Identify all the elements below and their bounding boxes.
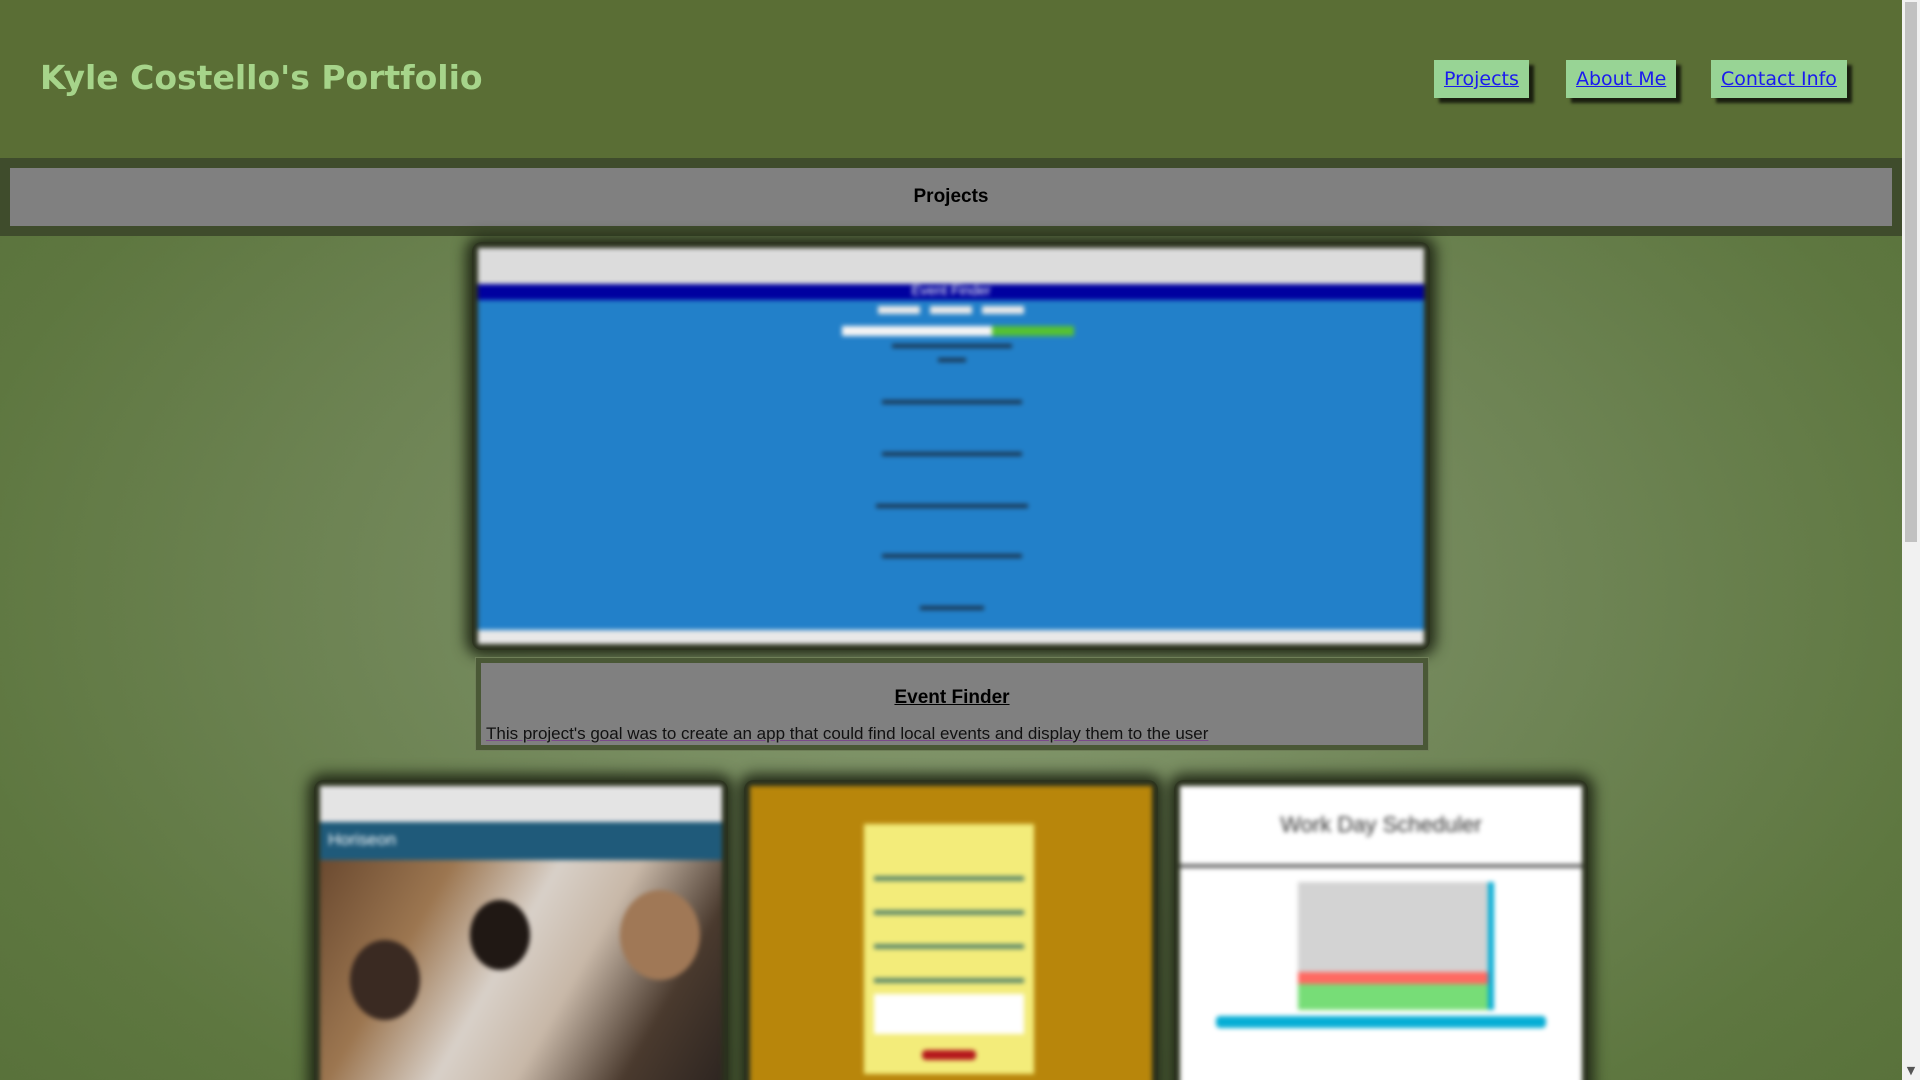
scheduler-present-hour	[1298, 972, 1488, 984]
preview-text	[882, 452, 1022, 456]
scheduler-preview: Work Day Scheduler	[1180, 786, 1582, 1080]
taskbar	[478, 630, 1424, 644]
form-field	[874, 910, 1024, 915]
event-finder-header-bar: Event Finder	[478, 282, 1424, 300]
office-photo	[320, 860, 722, 1080]
form-textarea	[874, 994, 1024, 1034]
form-field	[874, 944, 1024, 949]
preview-text	[876, 504, 1028, 508]
scheduler-bottom-bar	[1216, 1016, 1546, 1028]
horiseon-brand: Horiseon	[328, 830, 397, 849]
project-title-link[interactable]: Event Finder	[481, 687, 1423, 709]
contact-form-project-thumbnail[interactable]	[744, 780, 1158, 1080]
browser-chrome	[320, 786, 722, 822]
page-scrollbar[interactable]: ▼	[1902, 0, 1920, 1080]
section-band: Projects	[0, 158, 1902, 236]
person-shape	[350, 940, 420, 1020]
preview-text	[920, 606, 984, 610]
scrollbar-thumb[interactable]	[1905, 2, 1917, 542]
person-shape	[470, 900, 530, 970]
work-day-scheduler-thumbnail[interactable]: Work Day Scheduler	[1174, 780, 1588, 1080]
event-finder-body	[478, 300, 1424, 630]
preview-text	[938, 358, 966, 362]
nav-link-contact-info[interactable]: Contact Info	[1711, 60, 1847, 98]
scheduler-past-hours	[1298, 882, 1488, 972]
site-title: Kyle Costello's Portfolio	[40, 58, 483, 97]
browser-chrome	[478, 248, 1424, 284]
form-submit	[922, 1050, 976, 1060]
nav-bar: Projects About Me Contact Info	[1434, 60, 1860, 98]
section-title: Projects	[10, 168, 1892, 226]
nav-link-projects[interactable]: Projects	[1434, 60, 1529, 98]
site-header: Kyle Costello's Portfolio Projects About…	[0, 0, 1902, 158]
event-finder-preview: Event Finder	[478, 248, 1424, 644]
event-finder-screenshot[interactable]: Event Finder	[472, 242, 1430, 650]
project-info-box: Event Finder This project's goal was to …	[476, 658, 1428, 750]
scheduler-divider	[1180, 864, 1582, 868]
project-description: This project's goal was to create an app…	[486, 724, 1209, 743]
form-field	[874, 978, 1024, 983]
horiseon-project-thumbnail[interactable]: Horiseon	[314, 780, 728, 1080]
preview-go	[992, 326, 1074, 336]
preview-button	[878, 306, 920, 314]
preview-search	[842, 326, 992, 336]
scheduler-title: Work Day Scheduler	[1280, 812, 1482, 837]
person-shape	[620, 890, 700, 980]
scheduler-save-column	[1488, 882, 1494, 1010]
preview-text	[882, 400, 1022, 404]
nav-link-about-me[interactable]: About Me	[1566, 60, 1677, 98]
horiseon-nav: Horiseon	[320, 822, 722, 860]
preview-button	[982, 306, 1024, 314]
form-card	[864, 824, 1034, 1074]
scroll-down-arrow-icon[interactable]: ▼	[1905, 1064, 1917, 1077]
event-finder-preview-heading: Event Finder	[911, 282, 991, 298]
preview-text	[892, 344, 1012, 348]
contact-form-preview	[750, 786, 1152, 1080]
form-field	[874, 876, 1024, 881]
preview-button	[930, 306, 972, 314]
scheduler-future-hours	[1298, 984, 1488, 1010]
horiseon-preview: Horiseon	[320, 786, 722, 1080]
preview-text	[882, 554, 1022, 558]
